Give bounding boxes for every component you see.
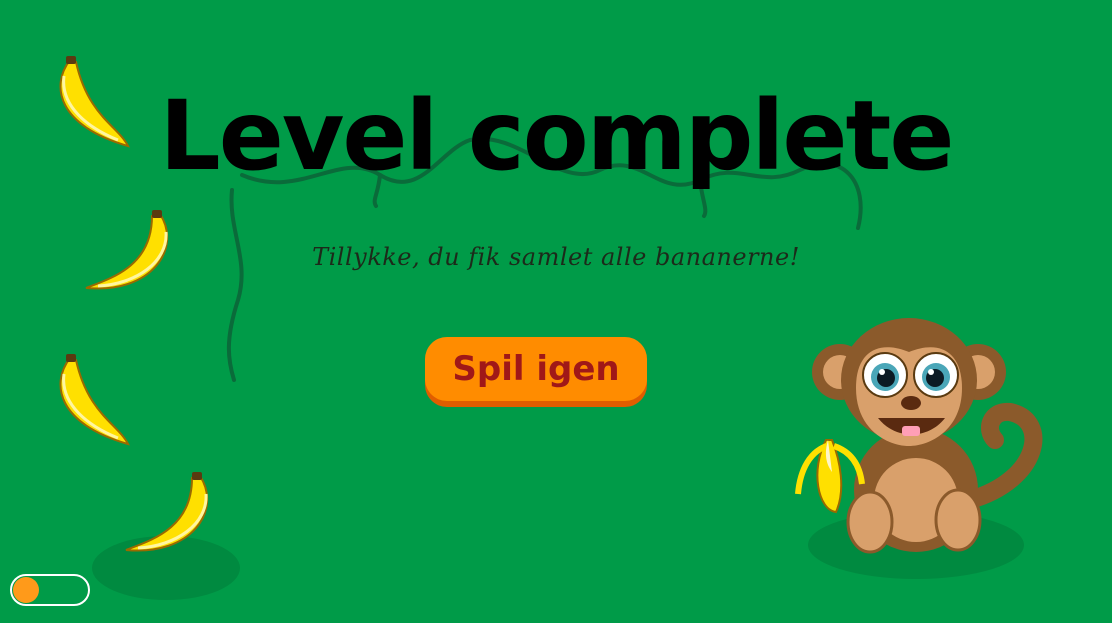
congratulations-message: Tillykke, du fik samlet alle bananerne! bbox=[312, 243, 800, 271]
toggle-knob bbox=[13, 577, 39, 603]
banana-icon bbox=[59, 354, 130, 446]
level-complete-title: Level complete bbox=[159, 80, 955, 192]
monkey-character bbox=[795, 318, 1043, 554]
play-again-button[interactable]: Spil igen bbox=[425, 337, 647, 401]
sound-toggle[interactable] bbox=[10, 574, 90, 606]
